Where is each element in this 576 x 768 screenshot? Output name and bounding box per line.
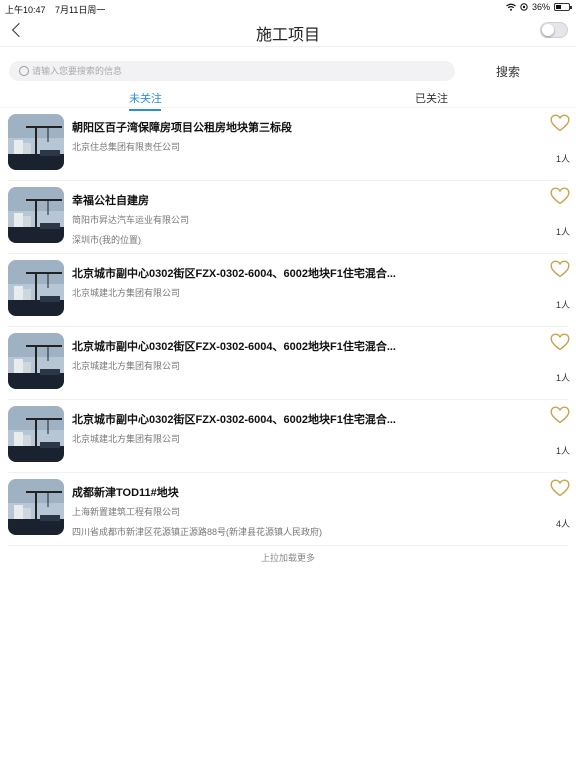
- load-more-hint: 上拉加载更多: [260, 553, 315, 563]
- project-title: 北京城市副中心0302街区FZX-0302-6004、6002地块F1住宅混合.…: [72, 414, 396, 426]
- search-box[interactable]: [9, 61, 455, 81]
- status-bar: 上午10:47 7月11日周一 36%: [0, 0, 576, 16]
- search-input[interactable]: [32, 66, 432, 76]
- battery-percent: 36%: [531, 2, 550, 12]
- nav-bar: 施工项目: [0, 16, 576, 46]
- wifi-icon: [506, 3, 516, 11]
- list-item[interactable]: 幸福公社自建房 简阳市昇达汽车运业有限公司 深圳市(我的位置) 1人: [0, 181, 576, 254]
- status-date: 7月11日周一: [55, 5, 106, 15]
- tab-followed-label: 已关注: [415, 93, 448, 105]
- heart-outline-icon[interactable]: [550, 333, 570, 351]
- search-button[interactable]: 搜索: [496, 63, 520, 80]
- follower-count: 1人: [555, 154, 570, 164]
- heart-outline-icon[interactable]: [550, 187, 570, 205]
- list-item[interactable]: 北京城市副中心0302街区FZX-0302-6004、6002地块F1住宅混合.…: [0, 254, 576, 327]
- project-thumbnail: [8, 114, 64, 170]
- follower-count: 4人: [555, 519, 570, 529]
- tab-unfollowed-label: 未关注: [129, 93, 162, 105]
- project-location: 深圳市(我的位置): [72, 235, 141, 245]
- heart-outline-icon[interactable]: [550, 479, 570, 497]
- project-title: 北京城市副中心0302街区FZX-0302-6004、6002地块F1住宅混合.…: [72, 268, 396, 280]
- status-right: 36%: [506, 2, 572, 12]
- project-title: 北京城市副中心0302街区FZX-0302-6004、6002地块F1住宅混合.…: [72, 341, 396, 353]
- project-company: 北京城建北方集团有限公司: [72, 361, 181, 371]
- heart-outline-icon[interactable]: [550, 260, 570, 278]
- project-thumbnail: [8, 479, 64, 535]
- project-company: 上海新置建筑工程有限公司: [72, 507, 181, 517]
- project-title: 幸福公社自建房: [72, 195, 149, 207]
- project-thumbnail: [8, 406, 64, 462]
- project-thumbnail: [8, 187, 64, 243]
- toggle-switch[interactable]: [540, 22, 568, 38]
- list-item[interactable]: 朝阳区百子湾保障房项目公租房地块第三标段 北京住总集团有限责任公司 1人: [0, 108, 576, 181]
- follower-count: 1人: [555, 300, 570, 310]
- follower-count: 1人: [555, 373, 570, 383]
- list-item[interactable]: 北京城市副中心0302街区FZX-0302-6004、6002地块F1住宅混合.…: [0, 327, 576, 400]
- follower-count: 1人: [555, 446, 570, 456]
- heart-outline-icon[interactable]: [550, 406, 570, 424]
- tab-followed[interactable]: 已关注: [415, 90, 448, 106]
- project-title: 朝阳区百子湾保障房项目公租房地块第三标段: [72, 122, 292, 134]
- nav-divider: [0, 46, 576, 47]
- status-left: 上午10:47 7月11日周一: [5, 3, 112, 16]
- project-company: 北京住总集团有限责任公司: [72, 142, 181, 152]
- list-item[interactable]: 成都新津TOD11#地块 上海新置建筑工程有限公司 四川省成都市新津区花源镇正源…: [0, 473, 576, 546]
- project-title: 成都新津TOD11#地块: [72, 487, 179, 499]
- list-item[interactable]: 北京城市副中心0302街区FZX-0302-6004、6002地块F1住宅混合.…: [0, 400, 576, 473]
- heart-outline-icon[interactable]: [550, 114, 570, 132]
- project-company: 简阳市昇达汽车运业有限公司: [72, 215, 190, 225]
- follower-count: 1人: [555, 227, 570, 237]
- project-location: 四川省成都市新津区花源镇正源路88号(新津县花源镇人民政府): [72, 527, 323, 537]
- project-company: 北京城建北方集团有限公司: [72, 434, 181, 444]
- project-thumbnail: [8, 333, 64, 389]
- location-icon: [520, 3, 528, 11]
- project-list: 朝阳区百子湾保障房项目公租房地块第三标段 北京住总集团有限责任公司 1人 幸福公…: [0, 108, 576, 546]
- battery-icon: [554, 3, 572, 11]
- page-title: 施工项目: [255, 27, 320, 44]
- project-thumbnail: [8, 260, 64, 316]
- toggle-knob: [542, 24, 554, 36]
- status-time: 上午10:47: [5, 5, 46, 15]
- project-company: 北京城建北方集团有限公司: [72, 288, 181, 298]
- search-icon: [19, 66, 29, 76]
